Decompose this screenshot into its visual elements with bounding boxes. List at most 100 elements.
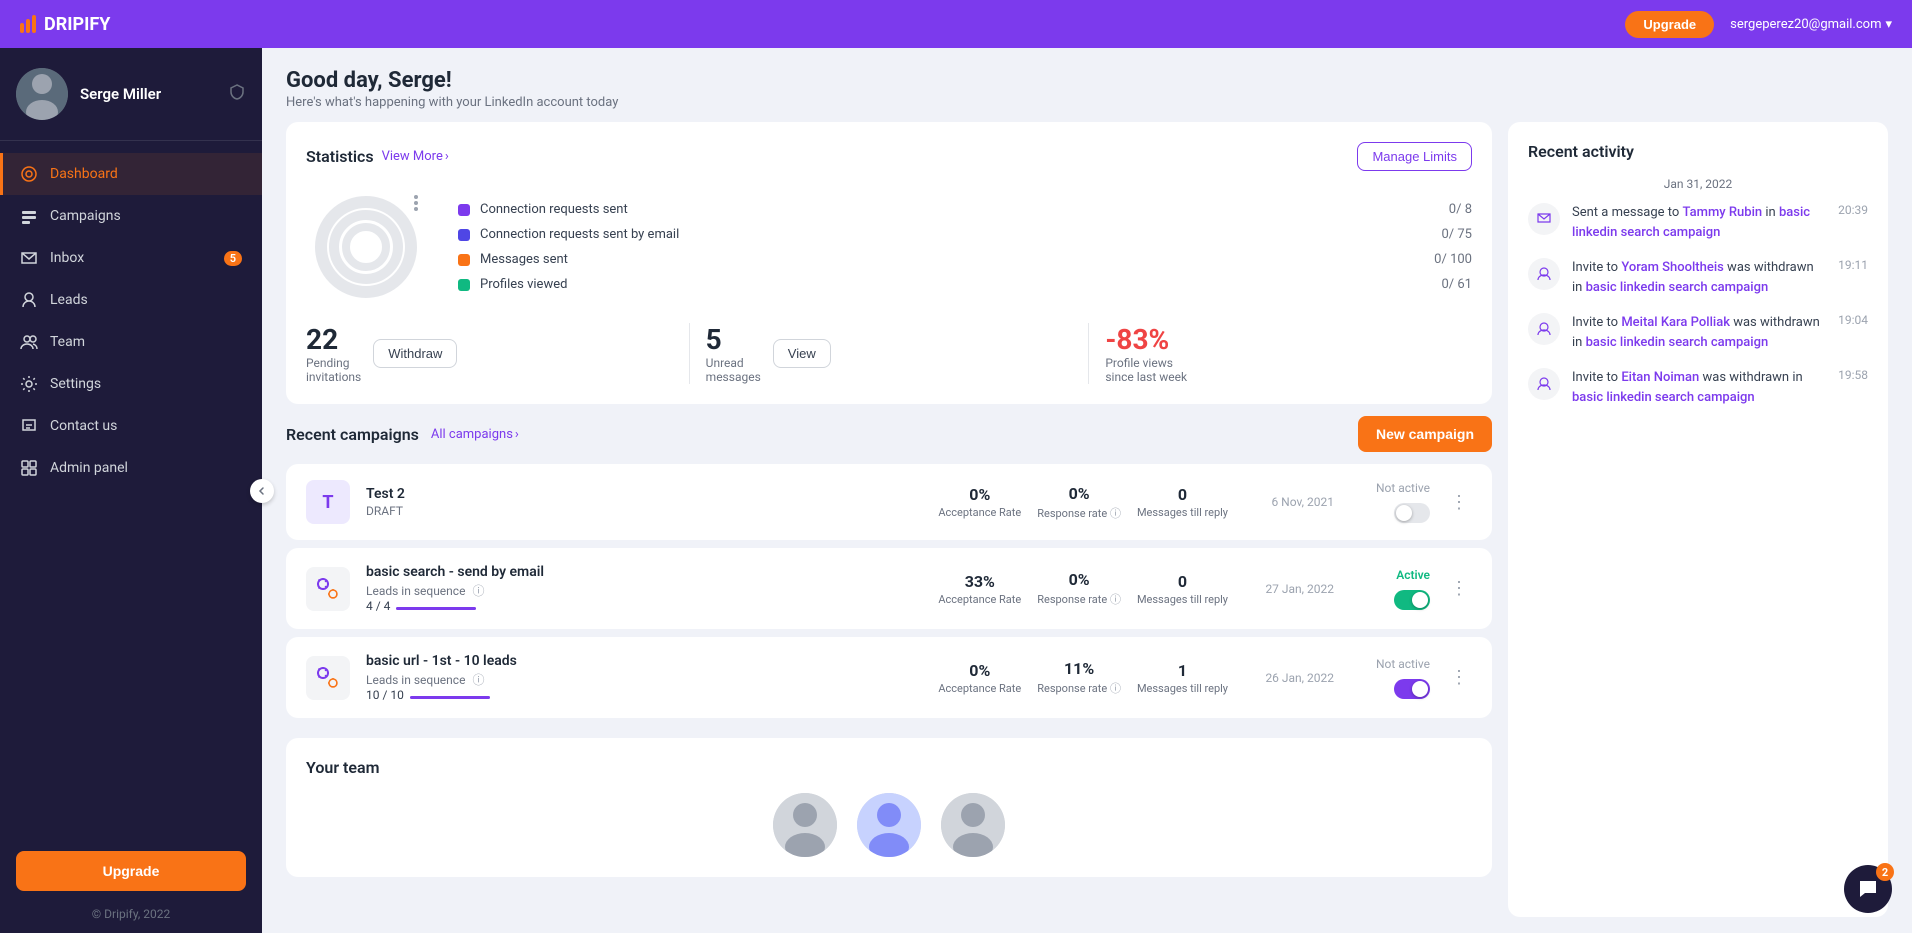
campaign-info: basic search - send by email Leads in se…	[366, 564, 922, 613]
team-member	[857, 793, 921, 857]
activity-item-1: Sent a message to Tammy Rubin in basic l…	[1528, 203, 1868, 242]
statistics-card: Statistics View More › Manage Limits	[286, 122, 1492, 404]
sidebar-item-label: Inbox	[50, 250, 84, 266]
sidebar-item-leads[interactable]: Leads	[0, 279, 262, 321]
activity-person-link[interactable]: Yoram Shooltheis	[1621, 260, 1724, 275]
campaign-toggle[interactable]	[1394, 679, 1430, 699]
team-avatar	[773, 793, 837, 857]
progress-fill	[396, 607, 476, 610]
sidebar-item-dashboard[interactable]: Dashboard	[0, 153, 262, 195]
upgrade-button-sidebar[interactable]: Upgrade	[16, 851, 246, 891]
campaign-leads: Leads in sequence ⓘ	[366, 671, 922, 688]
message-sent-icon	[1528, 203, 1560, 235]
legend-item-messages: Messages sent 0/ 100	[458, 252, 1472, 267]
activity-person-link[interactable]: Tammy Rubin	[1683, 205, 1763, 220]
sidebar-item-label: Admin panel	[50, 460, 128, 476]
campaign-info: basic url - 1st - 10 leads Leads in sequ…	[366, 653, 922, 702]
legend-dot-email	[458, 229, 470, 241]
campaign-date: 27 Jan, 2022	[1244, 582, 1334, 596]
sidebar-item-contact-us[interactable]: Contact us	[0, 405, 262, 447]
campaign-info: Test 2 DRAFT	[366, 486, 922, 518]
contact-icon	[20, 417, 38, 435]
activity-text: Invite to Meital Kara Polliak was withdr…	[1572, 313, 1826, 352]
activity-title: Recent activity	[1528, 142, 1868, 161]
campaign-date: 26 Jan, 2022	[1244, 671, 1334, 685]
campaign-toggle[interactable]	[1394, 503, 1430, 523]
campaign-messages-till-reply: 1 Messages till reply	[1137, 661, 1228, 695]
activity-campaign-link[interactable]: basic linkedin search campaign	[1586, 280, 1769, 295]
donut-chart-svg	[306, 187, 426, 307]
sidebar-item-team[interactable]: Team	[0, 321, 262, 363]
upgrade-button-top[interactable]: Upgrade	[1625, 11, 1714, 38]
sidebar-item-campaigns[interactable]: Campaigns	[0, 195, 262, 237]
view-more-link[interactable]: View More ›	[382, 149, 449, 164]
manage-limits-button[interactable]: Manage Limits	[1357, 142, 1472, 171]
app-logo[interactable]: DRIPIFY	[20, 14, 110, 35]
activity-campaign-link[interactable]: basic linkedin search campaign	[1572, 390, 1755, 405]
campaign-name: basic search - send by email	[366, 564, 922, 580]
withdraw-button[interactable]: Withdraw	[373, 339, 457, 368]
campaign-icon-test2: T	[306, 480, 350, 524]
progress-fill	[410, 696, 490, 699]
user-email-menu[interactable]: sergeperez20@gmail.com ▾	[1730, 17, 1892, 32]
activity-person-link[interactable]: Eitan Noiman	[1621, 370, 1699, 385]
sidebar-item-label: Contact us	[50, 418, 117, 434]
activity-item-4: Invite to Eitan Noiman was withdrawn in …	[1528, 368, 1868, 407]
left-panel: Statistics View More › Manage Limits	[286, 122, 1492, 917]
team-avatars	[306, 793, 1472, 857]
page-greeting: Good day, Serge!	[286, 68, 1888, 93]
new-campaign-button[interactable]: New campaign	[1358, 416, 1492, 452]
donut-chart	[306, 187, 426, 307]
sidebar-item-admin[interactable]: Admin panel	[0, 447, 262, 489]
activity-item-3: Invite to Meital Kara Polliak was withdr…	[1528, 313, 1868, 352]
chart-menu-icon[interactable]	[414, 195, 418, 211]
gear-double-icon2	[310, 660, 346, 696]
legend-item-connections: Connection requests sent 0/ 8	[458, 202, 1472, 217]
campaign-messages-till-reply: 0 Messages till reply	[1137, 572, 1228, 606]
campaign-actions: Not active	[1350, 657, 1430, 699]
invite-withdrawn-icon	[1528, 258, 1560, 290]
all-campaigns-link[interactable]: All campaigns ›	[431, 427, 519, 442]
your-team-title: Your team	[306, 758, 1472, 777]
avatar-image	[16, 68, 68, 120]
legend-value: 0/ 61	[1441, 277, 1472, 292]
sidebar-footer: © Dripify, 2022	[0, 907, 262, 933]
campaign-more-menu[interactable]: ⋮	[1446, 492, 1472, 513]
sidebar-item-label: Campaigns	[50, 208, 121, 224]
activity-item-2: Invite to Yoram Shooltheis was withdrawn…	[1528, 258, 1868, 297]
legend-item-profiles: Profiles viewed 0/ 61	[458, 277, 1472, 292]
invite-withdrawn-icon3	[1528, 368, 1560, 400]
campaigns-title: Recent campaigns	[286, 425, 419, 444]
campaign-messages-till-reply: 0 Messages till reply	[1137, 485, 1228, 519]
campaign-icon-basic-search	[306, 567, 350, 611]
campaign-acceptance-rate: 0% Acceptance Rate	[938, 661, 1021, 695]
campaign-toggle[interactable]	[1394, 590, 1430, 610]
sidebar-username: Serge Miller	[80, 85, 161, 103]
activity-time: 19:58	[1838, 368, 1868, 382]
sidebar-item-inbox[interactable]: Inbox 5	[0, 237, 262, 279]
legend-dot-connections	[458, 204, 470, 216]
legend-value: 0/ 8	[1449, 202, 1472, 217]
statistics-header: Statistics View More › Manage Limits	[306, 142, 1472, 171]
sidebar-item-settings[interactable]: Settings	[0, 363, 262, 405]
campaign-acceptance-rate: 0% Acceptance Rate	[938, 485, 1021, 519]
activity-time: 20:39	[1838, 203, 1868, 217]
campaign-response-rate: 11% Response rate ⓘ	[1037, 659, 1121, 696]
activity-person-link[interactable]: Meital Kara Polliak	[1621, 315, 1730, 330]
campaign-active-status: Not active	[1376, 657, 1430, 671]
your-team-section: Your team	[286, 738, 1492, 877]
activity-text: Sent a message to Tammy Rubin in basic l…	[1572, 203, 1826, 242]
sidebar-collapse-button[interactable]	[250, 479, 274, 503]
counter-number: 5	[706, 323, 761, 356]
sidebar-navigation: Dashboard Campaigns	[0, 141, 262, 835]
legend-label: Profiles viewed	[480, 277, 1431, 292]
invite-withdrawn-icon2	[1528, 313, 1560, 345]
campaign-more-menu[interactable]: ⋮	[1446, 667, 1472, 688]
team-avatar	[941, 793, 1005, 857]
campaign-more-menu[interactable]: ⋮	[1446, 578, 1472, 599]
inbox-badge: 5	[224, 251, 242, 266]
activity-campaign-link[interactable]: basic linkedin search campaign	[1586, 335, 1769, 350]
statistics-counters: 22 Pendinginvitations Withdraw 5 Unreadm…	[306, 307, 1472, 384]
chat-bubble[interactable]: 2	[1844, 865, 1892, 913]
view-button[interactable]: View	[773, 339, 831, 368]
